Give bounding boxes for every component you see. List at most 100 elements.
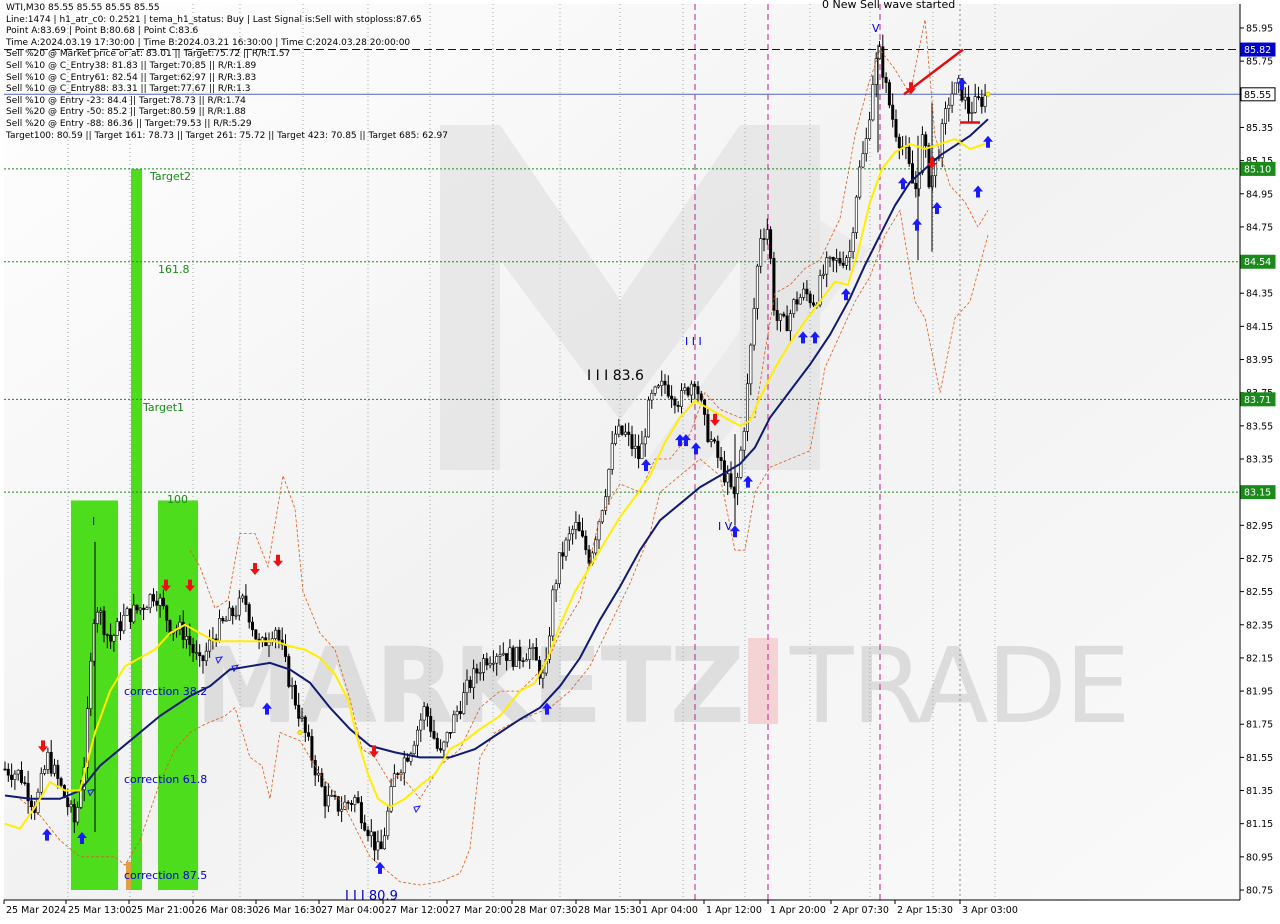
candle-up <box>802 288 806 298</box>
level-label: 83.71 <box>1244 395 1271 406</box>
candle-up <box>874 58 878 85</box>
candle-down <box>6 768 10 776</box>
candle-up <box>478 672 482 674</box>
y-tick-label: 81.75 <box>1246 720 1273 731</box>
candle-up <box>653 386 657 394</box>
candle-down <box>924 134 928 147</box>
candle-down <box>673 398 677 406</box>
candle-down <box>666 384 670 397</box>
candle-down <box>66 797 70 808</box>
candle-up <box>514 646 518 667</box>
x-tick-label: 28 Mar 07:30 <box>514 905 577 916</box>
candle-down <box>716 440 720 458</box>
candle-up <box>792 299 796 314</box>
candle-down <box>366 829 370 837</box>
candle-up <box>528 648 532 661</box>
candle-down <box>521 660 525 663</box>
candle-down <box>168 619 172 634</box>
candle-down <box>627 431 631 435</box>
candle-down <box>887 82 891 106</box>
candle-up <box>755 265 759 309</box>
candle-down <box>505 653 509 661</box>
candle-up <box>472 668 476 688</box>
candle-down <box>894 119 898 138</box>
candle-down <box>914 182 918 190</box>
candle-up <box>138 607 142 611</box>
candle-down <box>307 732 311 737</box>
candle-down <box>359 802 363 824</box>
level-label: 85.82 <box>1244 45 1271 56</box>
candle-down <box>841 262 845 266</box>
candle-down <box>458 711 462 714</box>
candle-up <box>623 431 627 435</box>
candle-down <box>152 594 156 602</box>
info-line: Time A:2024.03.19 17:30:00 | Time B:2024… <box>6 37 411 48</box>
candle-up <box>224 619 228 622</box>
x-tick-label: 25 Mar 2024 <box>6 905 66 916</box>
candle-up <box>234 614 238 617</box>
x-tick-label: 27 Mar 04:00 <box>321 905 384 916</box>
candle-up <box>983 95 987 107</box>
chart-annotation: correction 38.2 <box>124 685 207 698</box>
candle-down <box>884 77 888 83</box>
candle-down <box>277 629 281 641</box>
candle-up <box>953 82 957 95</box>
candle-up <box>828 257 832 259</box>
candle-down <box>356 797 360 803</box>
candle-up <box>465 679 469 694</box>
y-tick-label: 85.95 <box>1246 24 1273 35</box>
candle-up <box>99 610 103 613</box>
chart-annotation: 0 New Sell wave started <box>822 0 955 11</box>
candle-down <box>105 634 109 636</box>
x-tick-label: 1 Apr 04:00 <box>642 905 698 916</box>
candle-up <box>132 604 136 623</box>
candle-down <box>303 716 307 733</box>
candle-down <box>72 804 76 823</box>
candle-up <box>574 522 578 530</box>
candle-down <box>102 610 106 635</box>
chart-annotation: V <box>872 22 880 35</box>
candle-up <box>557 552 561 584</box>
candle-down <box>310 736 314 761</box>
chart-annotation: I V <box>718 520 733 533</box>
info-line: Sell %10 @ C_Entry38: 81.83 || Target:70… <box>6 60 257 71</box>
candle-down <box>19 769 23 783</box>
candle-down <box>620 425 624 435</box>
candle-up <box>452 714 456 733</box>
candle-up <box>145 607 149 610</box>
candle-up <box>765 229 769 240</box>
candle-up <box>208 639 212 652</box>
candle-down <box>188 636 192 645</box>
y-tick-label: 84.35 <box>1246 289 1273 300</box>
candle-up <box>204 650 208 662</box>
candle-up <box>920 134 924 173</box>
candle-down <box>10 774 14 780</box>
candle-up <box>290 684 294 687</box>
candle-up <box>745 383 749 432</box>
candle-down <box>429 716 433 732</box>
chart-annotation: Target1 <box>142 401 184 414</box>
x-tick-label: 28 Mar 15:30 <box>578 905 641 916</box>
candle-up <box>749 344 753 385</box>
candle-down <box>762 238 766 240</box>
candle-up <box>13 773 17 780</box>
y-tick-label: 83.55 <box>1246 421 1273 432</box>
candle-down <box>722 460 726 483</box>
info-line: Line:1474 | h1_atr_c0: 0.2521 | tema_h1_… <box>6 14 422 25</box>
candle-down <box>379 841 383 850</box>
candle-up <box>643 436 647 445</box>
candle-down <box>811 302 815 306</box>
candle-down <box>448 732 452 734</box>
candle-up <box>267 641 271 646</box>
x-tick-label: 2 Apr 15:30 <box>897 905 953 916</box>
candle-down <box>561 552 565 557</box>
candle-down <box>297 704 301 719</box>
candle-up <box>571 529 575 535</box>
candle-up <box>353 797 357 805</box>
candle-up <box>868 119 872 139</box>
candle-up <box>79 789 83 808</box>
candle-down <box>313 760 317 776</box>
candle-down <box>191 644 195 653</box>
candle-up <box>854 196 858 233</box>
candle-up <box>947 104 951 109</box>
